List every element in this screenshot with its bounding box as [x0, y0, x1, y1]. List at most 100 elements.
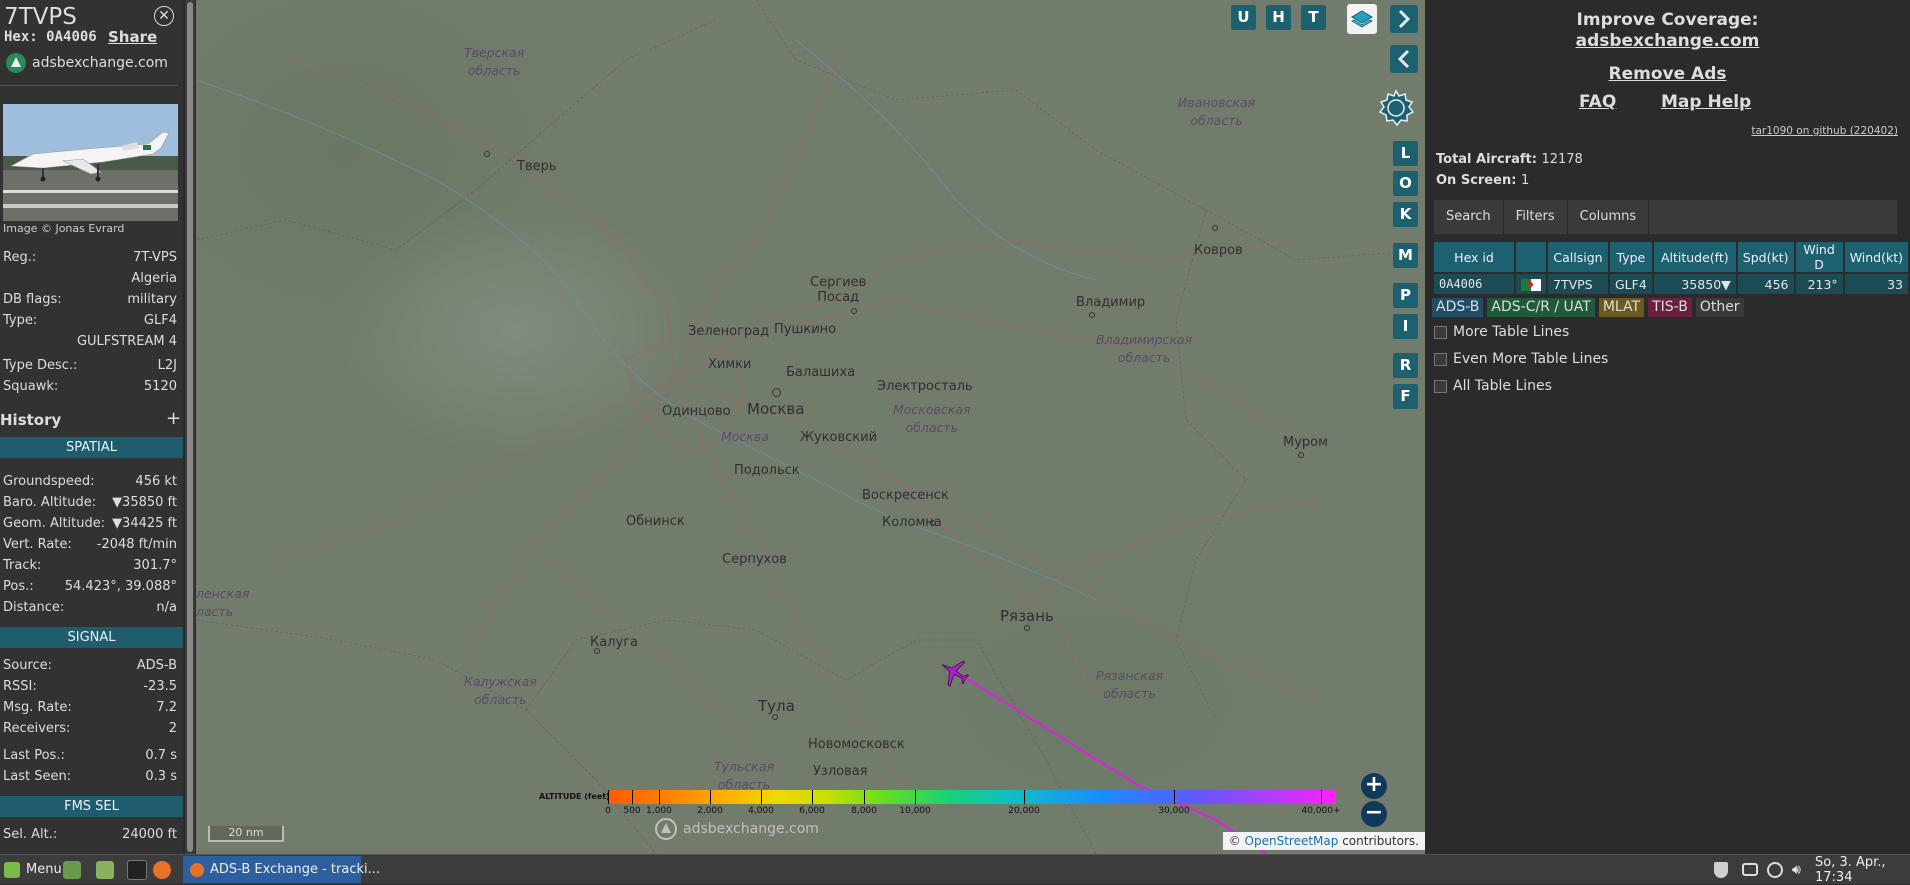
checkbox[interactable]	[1434, 379, 1447, 393]
chevron-right-icon	[1398, 9, 1411, 29]
taskbar-launcher-files[interactable]	[63, 855, 81, 884]
map-button-u[interactable]: U	[1231, 5, 1256, 30]
collapse-left-button[interactable]	[1390, 45, 1418, 73]
taskbar-launcher-firefox[interactable]	[153, 855, 171, 884]
layers-button[interactable]	[1347, 4, 1377, 34]
more-table-lines-option[interactable]: More Table Lines	[1434, 324, 1569, 340]
source-adsb[interactable]: ADS-B	[1432, 298, 1484, 317]
cell-wind[interactable]: 33	[1844, 274, 1908, 294]
taskbar-window-button[interactable]: ADS-B Exchange - tracki...	[190, 855, 380, 884]
col-callsign[interactable]: Callsign	[1548, 242, 1608, 272]
map-button-m[interactable]: M	[1393, 243, 1418, 268]
row-label: Receivers:	[3, 721, 71, 736]
scrollbar-thumb[interactable]	[187, 2, 193, 852]
table-row[interactable]: 0A4006 7TVPS GLF4 35850▼ 456 213° 33	[1434, 274, 1908, 294]
map-button-o[interactable]: O	[1393, 171, 1418, 196]
cell-callsign[interactable]: 7TVPS	[1548, 274, 1608, 294]
map-button-t[interactable]: T	[1301, 5, 1326, 30]
col-wind-dir[interactable]: Wind D	[1795, 242, 1843, 272]
altitude-tick-label: 2,000	[697, 806, 723, 816]
history-expand-button[interactable]: +	[166, 408, 181, 429]
col-altitude[interactable]: Altitude(ft)	[1653, 242, 1736, 272]
map-button-l[interactable]: L	[1393, 141, 1418, 166]
col-hex-id[interactable]: Hex id	[1434, 242, 1514, 272]
onscreen-label: On Screen:	[1436, 173, 1517, 188]
row-value: ADS-B	[136, 658, 177, 673]
clock[interactable]: So, 3. Apr., 17:34	[1815, 855, 1910, 885]
altitude-tick-mark	[864, 790, 865, 804]
settings-gear-icon[interactable]	[1376, 88, 1416, 128]
network-icon	[1767, 861, 1783, 878]
remove-ads-link[interactable]: Remove Ads	[1425, 64, 1910, 84]
col-type[interactable]: Type	[1610, 242, 1652, 272]
checkbox[interactable]	[1434, 352, 1447, 366]
col-flag[interactable]	[1516, 242, 1546, 272]
all-table-lines-option[interactable]: All Table Lines	[1434, 378, 1552, 394]
reg-value[interactable]: 7T-VPS	[133, 250, 177, 265]
cell-hex[interactable]: 0A4006	[1434, 274, 1514, 294]
share-link[interactable]: Share	[108, 28, 157, 46]
zoom-out-button[interactable]: −	[1361, 801, 1387, 827]
improve-coverage-link[interactable]: adsbexchange.com	[1425, 31, 1910, 51]
layers-icon	[1351, 10, 1373, 28]
close-icon[interactable]: ✕	[154, 6, 174, 26]
cell-speed[interactable]: 456	[1737, 274, 1794, 294]
tray-volume[interactable]: 🔊︎	[1792, 855, 1801, 884]
altitude-tick-mark	[1174, 790, 1175, 804]
map-button-p[interactable]: P	[1393, 283, 1418, 308]
fms-section-title[interactable]: FMS SEL	[0, 796, 183, 817]
tab-columns[interactable]: Columns	[1568, 200, 1650, 234]
osm-link[interactable]: OpenStreetMap	[1245, 834, 1339, 848]
cell-altitude[interactable]: 35850▼	[1653, 274, 1736, 294]
source-mlat[interactable]: MLAT	[1598, 298, 1645, 317]
tray-network[interactable]	[1767, 855, 1783, 884]
adsbx-site-link[interactable]: adsbexchange.com	[6, 53, 168, 73]
map-button-r[interactable]: R	[1393, 353, 1418, 378]
faq-link[interactable]: FAQ	[1579, 92, 1616, 112]
map-help-link[interactable]: Map Help	[1661, 92, 1751, 112]
cell-wind-dir[interactable]: 213°	[1795, 274, 1843, 294]
map-button-k[interactable]: K	[1393, 202, 1418, 227]
col-speed[interactable]: Spd(kt)	[1737, 242, 1794, 272]
cell-type[interactable]: GLF4	[1610, 274, 1652, 294]
map-view[interactable]: Тверь Сергиев Посад Ковров Владимир Зелен…	[196, 0, 1425, 854]
aircraft-photo[interactable]	[3, 104, 178, 221]
watermark-text: adsbexchange.com	[683, 821, 819, 837]
capital-dot	[772, 388, 781, 397]
col-wind[interactable]: Wind(kt)	[1844, 242, 1908, 272]
spatial-section-title[interactable]: SPATIAL	[0, 437, 183, 458]
tab-filters[interactable]: Filters	[1504, 200, 1568, 234]
row-value: 2	[168, 721, 177, 736]
map-button-i[interactable]: I	[1393, 314, 1418, 339]
row-value: 7.2	[156, 700, 177, 715]
db-flags-row: DB flags: military	[3, 292, 177, 307]
tray-display[interactable]	[1742, 855, 1758, 884]
source-other[interactable]: Other	[1695, 298, 1744, 317]
reg-label: Reg.:	[3, 250, 37, 265]
total-aircraft: Total Aircraft: 12178	[1436, 152, 1583, 167]
zoom-in-button[interactable]: +	[1361, 773, 1387, 799]
signal-section-title[interactable]: SIGNAL	[0, 627, 183, 648]
expand-right-button[interactable]	[1390, 5, 1418, 33]
city-label: Серпухов	[722, 552, 787, 567]
source-adsc-uat[interactable]: ADS-C/R / UAT	[1487, 298, 1595, 317]
tray-shield[interactable]	[1714, 855, 1728, 884]
altitude-tick-mark	[608, 790, 609, 804]
taskbar-launcher-terminal[interactable]	[127, 855, 147, 884]
start-menu-button[interactable]: Menu	[4, 855, 62, 884]
checkbox[interactable]	[1434, 325, 1447, 339]
map-button-h[interactable]: H	[1266, 5, 1291, 30]
map-button-f[interactable]: F	[1393, 384, 1418, 409]
row-label: Track:	[3, 558, 42, 573]
city-label: Москва	[747, 400, 805, 418]
github-link[interactable]: tar1090 on github (220402)	[1751, 125, 1898, 137]
source-tisb[interactable]: TIS-B	[1648, 298, 1692, 317]
aircraft-marker-icon[interactable]	[938, 656, 970, 688]
sel-alt-label: Sel. Alt.:	[3, 827, 58, 842]
even-more-table-lines-option[interactable]: Even More Table Lines	[1434, 351, 1608, 367]
city-dot	[772, 714, 778, 720]
left-panel-scrollbar[interactable]	[185, 0, 195, 854]
altitude-tick-label: 0	[605, 806, 611, 816]
taskbar-launcher-folder[interactable]	[96, 855, 114, 884]
tab-search[interactable]: Search	[1434, 200, 1504, 234]
